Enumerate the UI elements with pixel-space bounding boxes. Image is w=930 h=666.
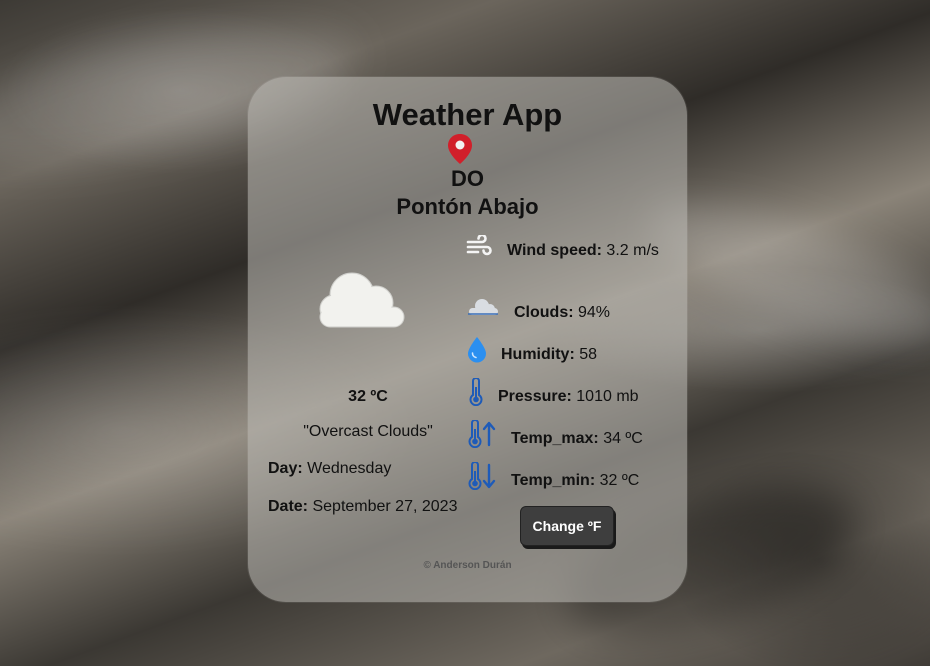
stat-label: Pressure: [498, 388, 572, 405]
cloud-icon [319, 272, 405, 328]
country-code: DO [451, 166, 484, 191]
date-row: Date: September 27, 2023 [268, 498, 457, 516]
current-temperature: 32 ºC [348, 388, 388, 405]
stat-label: Wind speed: [507, 242, 602, 259]
thermometer-down-icon [468, 462, 496, 490]
stat-humidity: Humidity: 58 [501, 345, 597, 364]
stat-pressure: Pressure: 1010 mb [498, 387, 639, 406]
city-name: Pontón Abajo [396, 194, 539, 219]
map-pin-icon [448, 134, 472, 164]
day-row: Day: Wednesday [268, 460, 391, 478]
stat-value: 94% [578, 304, 611, 321]
footer-credit: © Anderson Durán [423, 560, 512, 571]
weather-card: Weather App DO Pontón Abajo 32 ºC "Overc… [248, 77, 687, 602]
date-value: September 27, 2023 [312, 498, 458, 515]
stat-value: 32 ºC [599, 472, 640, 489]
day-label: Day: [268, 460, 303, 477]
thermometer-up-icon [468, 420, 496, 448]
stat-label: Clouds: [514, 304, 574, 321]
stat-temp-max: Temp_max: 34 ºC [511, 429, 643, 448]
date-label: Date: [268, 498, 309, 515]
stat-label: Temp_min: [511, 472, 596, 489]
stat-temp-min: Temp_min: 32 ºC [511, 471, 639, 490]
stat-wind-speed: Wind speed: 3.2 m/s [467, 241, 667, 260]
stat-value: 58 [579, 346, 598, 363]
stat-label: Temp_max: [511, 430, 599, 447]
stat-value: 1010 mb [576, 388, 639, 405]
stat-value: 3.2 m/s [606, 242, 659, 259]
stat-value: 34 ºC [603, 430, 643, 447]
app-title: Weather App [372, 97, 563, 132]
droplet-icon [468, 337, 486, 363]
stat-label: Humidity: [501, 346, 575, 363]
clouds-icon [468, 299, 498, 315]
day-value: Wednesday [307, 460, 392, 477]
stat-clouds: Clouds: 94% [514, 303, 610, 322]
thermometer-icon [469, 378, 483, 406]
weather-description: "Overcast Clouds" [303, 423, 433, 440]
change-unit-button[interactable]: Change ºF [520, 506, 614, 546]
